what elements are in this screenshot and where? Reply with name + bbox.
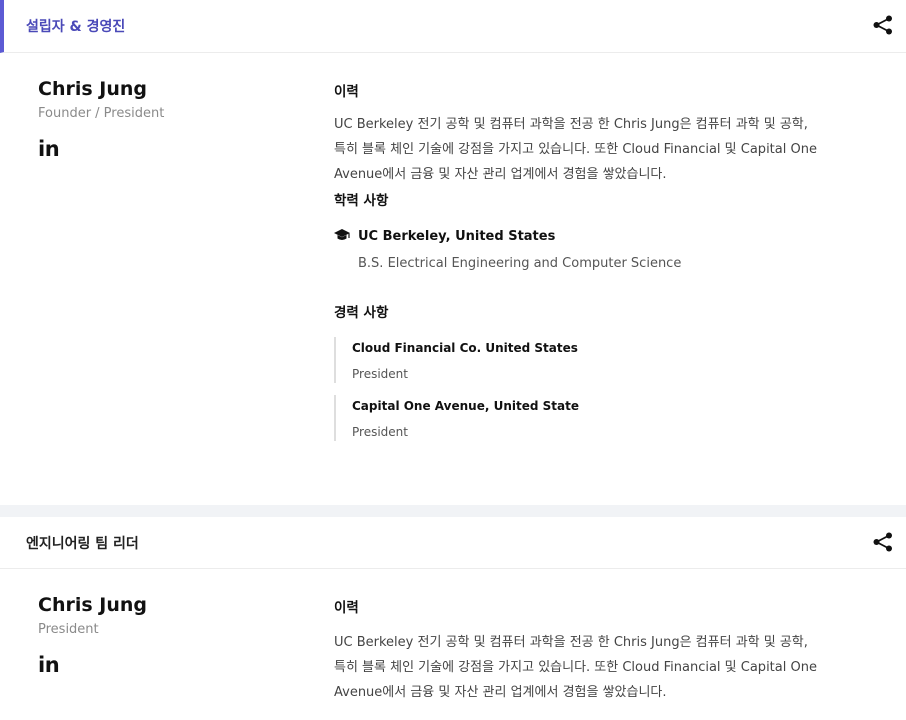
person-role: Founder / President [38, 106, 165, 121]
career-heading: 경력 사항 [334, 305, 389, 321]
person-role: President [38, 622, 99, 637]
education-heading: 학력 사항 [334, 193, 389, 209]
section-divider [0, 505, 906, 517]
bio-heading: 이력 [334, 600, 359, 616]
profile-details: 이력 UC Berkeley 전기 공학 및 컴퓨터 과학을 전공 한 Chri… [334, 80, 879, 441]
person-name: Chris Jung [38, 78, 147, 100]
bio-line: UC Berkeley 전기 공학 및 컴퓨터 과학을 전공 한 Chris J… [334, 635, 808, 650]
profile-details: 이력 UC Berkeley 전기 공학 및 컴퓨터 과학을 전공 한 Chri… [334, 596, 879, 705]
founder-card: 설립자 & 경영진 Chris Jung Founder / President… [0, 0, 906, 505]
education-school: UC Berkeley, United States [358, 229, 556, 244]
profile-summary: Chris Jung President in [38, 594, 147, 677]
bio-text: UC Berkeley 전기 공학 및 컴퓨터 과학을 전공 한 Chris J… [334, 112, 879, 187]
share-icon[interactable] [872, 14, 894, 36]
profile-summary: Chris Jung Founder / President in [38, 78, 164, 161]
bio-line: Avenue에서 금융 및 자산 관리 업계에서 경험을 쌓았습니다. [334, 685, 667, 700]
card-header[interactable]: 설립자 & 경영진 [0, 0, 906, 53]
education-degree: B.S. Electrical Engineering and Computer… [358, 256, 682, 271]
person-name: Chris Jung [38, 594, 147, 616]
bio-text: UC Berkeley 전기 공학 및 컴퓨터 과학을 전공 한 Chris J… [334, 630, 879, 705]
career-item: Cloud Financial Co. United States Presid… [334, 337, 879, 383]
career-role: President [352, 367, 408, 381]
career-company: Cloud Financial Co. United States [352, 341, 578, 355]
section-title: 엔지니어링 팀 리더 [26, 536, 139, 552]
engineering-lead-card: 엔지니어링 팀 리더 Chris Jung President in 이력 UC… [0, 517, 906, 720]
bio-line: 특히 블록 체인 기술에 강점을 가지고 있습니다. 또한 Cloud Fina… [334, 142, 817, 157]
bio-heading: 이력 [334, 84, 359, 100]
bio-line: 특히 블록 체인 기술에 강점을 가지고 있습니다. 또한 Cloud Fina… [334, 660, 817, 675]
graduation-cap-icon [334, 227, 350, 246]
linkedin-icon[interactable]: in [38, 653, 147, 677]
card-header[interactable]: 엔지니어링 팀 리더 [0, 517, 906, 569]
career-role: President [352, 425, 408, 439]
career-item: Capital One Avenue, United State Preside… [334, 395, 879, 441]
career-company: Capital One Avenue, United State [352, 399, 579, 413]
linkedin-icon[interactable]: in [38, 137, 164, 161]
bio-line: UC Berkeley 전기 공학 및 컴퓨터 과학을 전공 한 Chris J… [334, 117, 808, 132]
share-icon[interactable] [872, 531, 894, 553]
education-item: UC Berkeley, United States [334, 227, 879, 246]
section-title: 설립자 & 경영진 [26, 19, 126, 35]
bio-line: Avenue에서 금융 및 자산 관리 업계에서 경험을 쌓았습니다. [334, 167, 667, 182]
